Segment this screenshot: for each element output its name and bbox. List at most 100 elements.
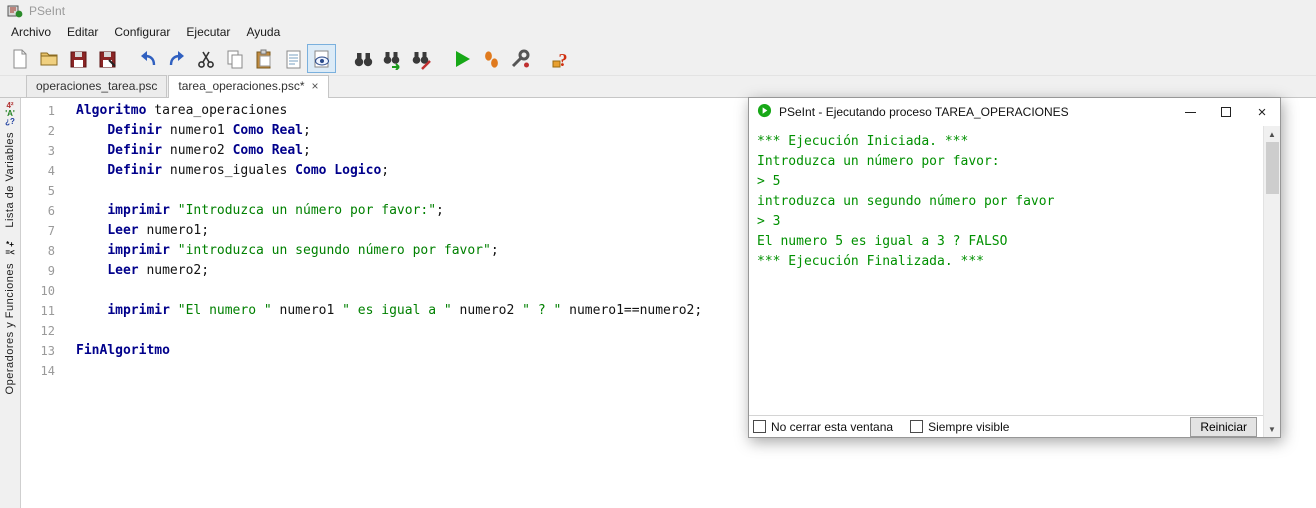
- new-file-icon: [9, 48, 31, 70]
- run-button[interactable]: [447, 44, 476, 73]
- tab-bar: operaciones_tarea.psc tarea_operaciones.p…: [0, 75, 1316, 98]
- line-number: 5: [47, 184, 55, 198]
- help-icon: ?: [550, 48, 572, 70]
- undo-icon: [137, 48, 159, 70]
- scroll-down-icon[interactable]: ▼: [1264, 421, 1281, 437]
- code-text: imprimir "introduzca un segundo número p…: [107, 243, 499, 258]
- document-preview-icon: [282, 48, 304, 70]
- console-column: *** Ejecución Iniciada. *** Introduzca un…: [749, 126, 1263, 437]
- document-preview-button[interactable]: [278, 44, 307, 73]
- menu-archivo[interactable]: Archivo: [3, 23, 59, 41]
- svg-text:?: ?: [558, 50, 567, 70]
- code-text: Definir numero1 Como Real;: [107, 123, 311, 138]
- console-line: Introduzca un número por favor:: [757, 154, 1000, 169]
- run-step-icon: [480, 48, 502, 70]
- redo-button[interactable]: [162, 44, 191, 73]
- no-close-checkbox[interactable]: [753, 420, 766, 433]
- menu-bar: Archivo Editar Configurar Ejecutar Ayuda: [0, 22, 1316, 42]
- execution-window-title: PSeInt - Ejecutando proceso TAREA_OPERAC…: [779, 105, 1069, 119]
- pseint-logo-icon: [7, 3, 23, 19]
- console-output: *** Ejecución Iniciada. *** Introduzca un…: [749, 126, 1263, 415]
- replace-button[interactable]: [406, 44, 435, 73]
- find-button[interactable]: [348, 44, 377, 73]
- restart-button[interactable]: Reiniciar: [1190, 416, 1257, 437]
- line-number: 4: [47, 164, 55, 178]
- menu-editar[interactable]: Editar: [59, 23, 106, 41]
- tools-icon: [509, 48, 531, 70]
- minimize-icon: [1184, 111, 1196, 113]
- line-number: 8: [47, 244, 55, 258]
- pseint-app-window: PSeInt Archivo Editar Configurar Ejecutar Ay…: [0, 0, 1316, 508]
- console-line: *** Ejecución Iniciada. ***: [757, 134, 969, 149]
- line-number: 2: [47, 124, 55, 138]
- minimize-button[interactable]: [1172, 98, 1208, 126]
- run-icon: [451, 48, 473, 70]
- paste-icon: [253, 48, 275, 70]
- execution-window-body: *** Ejecución Iniciada. *** Introduzca un…: [749, 126, 1280, 437]
- syntax-eye-icon: [311, 48, 333, 70]
- code-text: Definir numeros_iguales Como Logico;: [107, 163, 390, 178]
- save-icon: [67, 48, 89, 70]
- cut-button[interactable]: [191, 44, 220, 73]
- save-as-icon: [96, 48, 118, 70]
- replace-icon: [410, 48, 432, 70]
- code-text: Definir numero2 Como Real;: [107, 143, 311, 158]
- line-number: 11: [40, 304, 55, 318]
- redo-icon: [166, 48, 188, 70]
- execution-bottom-bar: No cerrar esta ventana Siempre visible R…: [749, 415, 1263, 437]
- line-number: 6: [47, 204, 55, 218]
- console-line: introduzca un segundo número por favor: [757, 194, 1055, 209]
- always-visible-label: Siempre visible: [928, 419, 1010, 434]
- line-number: 12: [40, 324, 55, 338]
- tab-close-icon[interactable]: ×: [312, 80, 319, 92]
- run-step-button[interactable]: [476, 44, 505, 73]
- menu-configurar[interactable]: Configurar: [106, 23, 178, 41]
- window-title: PSeInt: [29, 4, 66, 18]
- help-button[interactable]: ?: [546, 44, 575, 73]
- maximize-button[interactable]: [1208, 98, 1244, 126]
- copy-button[interactable]: [220, 44, 249, 73]
- execution-window: PSeInt - Ejecutando proceso TAREA_OPERAC…: [748, 97, 1281, 438]
- save-button[interactable]: [63, 44, 92, 73]
- line-number: 14: [40, 364, 55, 378]
- cut-icon: [195, 48, 217, 70]
- execution-run-icon: [757, 103, 772, 121]
- code-text: imprimir "Introduzca un número por favor…: [107, 203, 444, 218]
- tools-button[interactable]: [505, 44, 534, 73]
- menu-ejecutar[interactable]: Ejecutar: [178, 23, 238, 41]
- code-text: Leer numero1;: [107, 223, 210, 238]
- window-titlebar[interactable]: PSeInt: [0, 0, 1316, 22]
- console-line: > 3: [757, 214, 781, 229]
- save-as-button[interactable]: [92, 44, 121, 73]
- console-scrollbar[interactable]: ▲ ▼: [1263, 126, 1280, 437]
- tab-2[interactable]: tarea_operaciones.psc* ×: [168, 75, 329, 98]
- close-icon: ×: [1257, 103, 1267, 121]
- menu-ayuda[interactable]: Ayuda: [238, 23, 288, 41]
- code-text: Algoritmo tarea_operaciones: [76, 103, 288, 118]
- panel-toggle-lista-de-variables[interactable]: Lista de Variables: [4, 132, 16, 228]
- left-panel-strip: 4² 'A' ¿? Lista de Variables *+ =< Operadores …: [0, 98, 21, 508]
- close-button[interactable]: ×: [1244, 98, 1280, 126]
- scrollbar-thumb[interactable]: [1265, 142, 1279, 194]
- tab-label: tarea_operaciones.psc*: [178, 79, 305, 93]
- syntax-eye-button[interactable]: [307, 44, 336, 73]
- toolbar: ?: [0, 42, 1316, 76]
- undo-button[interactable]: [133, 44, 162, 73]
- scroll-up-icon[interactable]: ▲: [1264, 126, 1281, 142]
- execution-window-titlebar[interactable]: PSeInt - Ejecutando proceso TAREA_OPERAC…: [749, 98, 1280, 126]
- console-line: > 5: [757, 174, 781, 189]
- panel-toggle-operadores-y-funciones[interactable]: Operadores y Funciones: [4, 263, 16, 394]
- line-number: 9: [47, 264, 55, 278]
- paste-button[interactable]: [249, 44, 278, 73]
- new-file-button[interactable]: [5, 44, 34, 73]
- find-next-button[interactable]: [377, 44, 406, 73]
- open-file-button[interactable]: [34, 44, 63, 73]
- console-line: *** Ejecución Finalizada. ***: [757, 254, 984, 269]
- always-visible-checkbox[interactable]: [910, 420, 924, 433]
- line-number: 1: [47, 104, 55, 118]
- tab-1[interactable]: operaciones_tarea.psc: [26, 75, 168, 97]
